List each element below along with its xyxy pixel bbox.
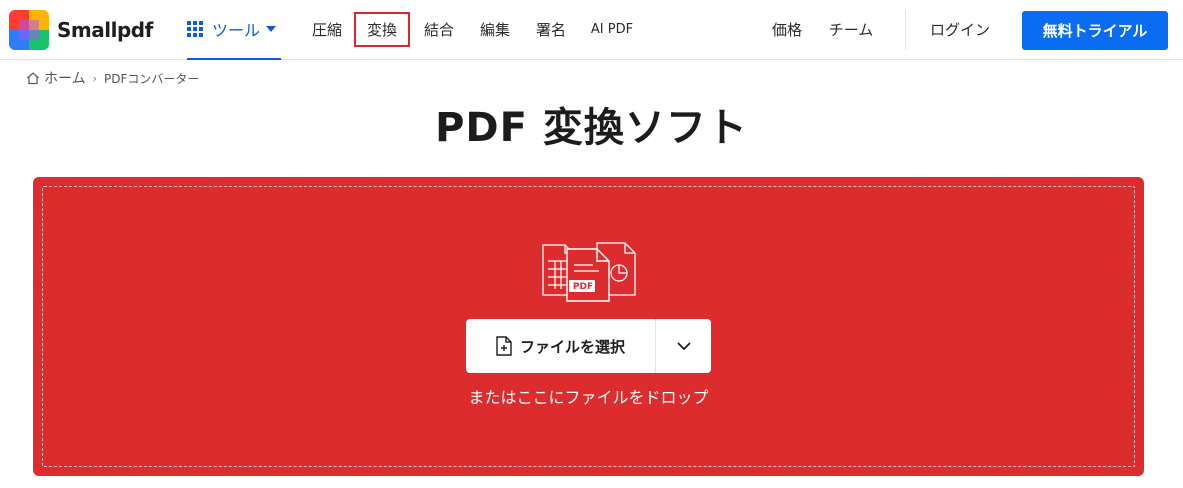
grid-icon <box>187 21 203 37</box>
header-divider <box>905 10 906 50</box>
nav-ai-pdf[interactable]: AI PDF <box>585 12 639 47</box>
nav-compress[interactable]: 圧縮 <box>305 12 349 47</box>
file-dropzone[interactable]: PDF ファイルを選択 またはここにファイルをドロップ <box>33 177 1144 476</box>
free-trial-button[interactable]: 無料トライアル <box>1022 11 1168 50</box>
nav-convert[interactable]: 変換 <box>354 12 410 47</box>
upload-source-dropdown[interactable] <box>656 319 711 373</box>
nav-pricing[interactable]: 価格 <box>765 12 809 47</box>
drop-hint-text: またはここにファイルをドロップ <box>468 388 709 407</box>
logo-mark-icon <box>9 10 49 50</box>
page-title: PDF 変換ソフト <box>435 105 748 151</box>
file-types-icon <box>542 242 636 302</box>
chevron-right-icon: › <box>92 71 97 85</box>
select-file-button-group: ファイルを選択 <box>466 319 711 373</box>
file-add-icon <box>496 336 512 356</box>
select-file-button[interactable]: ファイルを選択 <box>466 319 656 373</box>
breadcrumb: ホーム › PDFコンバーター <box>26 68 199 88</box>
smallpdf-logo[interactable]: Smallpdf <box>9 10 153 50</box>
breadcrumb-home[interactable]: ホーム <box>44 68 86 88</box>
breadcrumb-current: PDFコンバーター <box>104 71 200 86</box>
tools-menu-button[interactable]: ツール <box>187 0 281 60</box>
nav-edit[interactable]: 編集 <box>473 12 517 47</box>
select-file-label: ファイルを選択 <box>519 337 625 356</box>
nav-sign[interactable]: 署名 <box>529 12 573 47</box>
caret-down-icon <box>266 26 277 32</box>
top-header: Smallpdf ツール 圧縮 変換 結合 編集 署名 AI PDF 価格 チー… <box>0 0 1183 60</box>
home-icon <box>27 72 39 85</box>
login-link[interactable]: ログイン <box>922 12 998 47</box>
logo-text: Smallpdf <box>57 18 153 42</box>
nav-merge[interactable]: 結合 <box>417 12 461 47</box>
tools-menu-label: ツール <box>212 21 261 40</box>
pdf-badge-label: PDF <box>572 282 594 292</box>
nav-team[interactable]: チーム <box>822 12 880 47</box>
chevron-down-icon <box>676 342 691 350</box>
